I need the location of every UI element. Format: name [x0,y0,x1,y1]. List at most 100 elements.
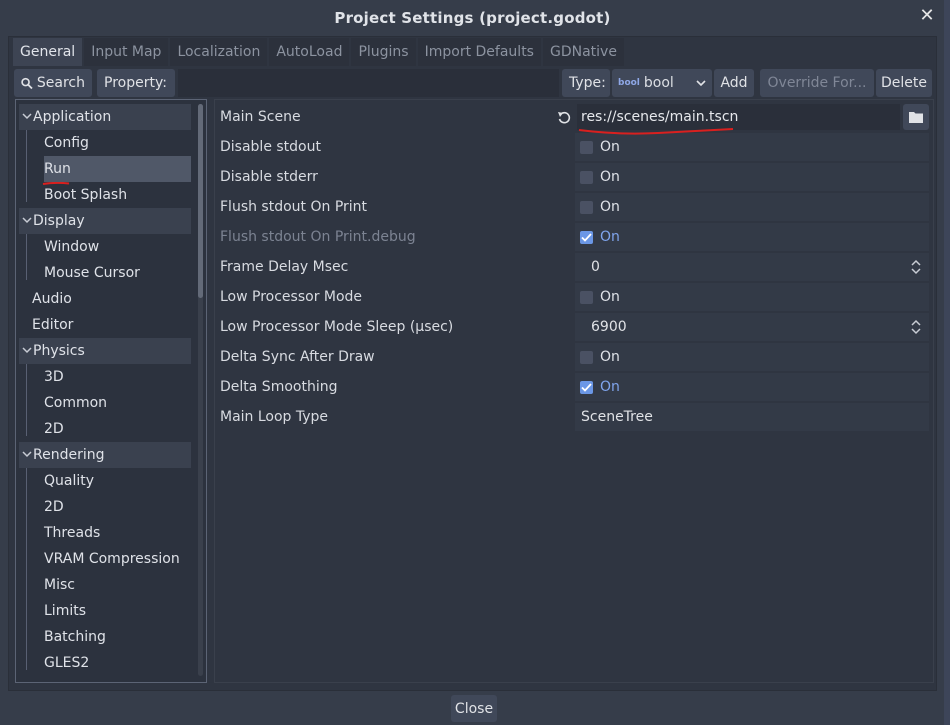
property-name: Low Processor Mode [220,289,362,305]
property-row-main-loop-type: Main Loop TypeSceneTree [215,402,933,432]
revert-icon[interactable] [557,110,571,124]
type-select-value: bool [644,75,674,91]
tree-item-window[interactable]: Window [44,234,191,260]
property-name: Flush stdout On Print.debug [220,229,416,245]
checkbox-unchecked-icon[interactable] [580,171,593,184]
tab-input-map[interactable]: Input Map [84,38,168,66]
tree-item-label: Batching [44,629,106,645]
tree-section-rendering[interactable]: Rendering [19,442,191,468]
tree-guide-line [26,364,27,436]
property-editor[interactable]: On [575,193,929,221]
property-row-main-scene: Main Sceneres://scenes/main.tscn [215,102,933,132]
checkbox-unchecked-icon[interactable] [580,351,593,364]
delete-button[interactable]: Delete [876,69,932,97]
tree-item-label: Run [44,161,71,177]
checkbox-label: On [600,169,620,185]
property-editor[interactable]: On [575,133,929,161]
tree-item-label: Common [44,395,107,411]
close-icon[interactable]: ✕ [917,6,937,26]
number-value: 0 [591,259,600,275]
tree-item-label: Misc [44,577,75,593]
tree-section-audio[interactable]: Audio [32,286,192,312]
search-icon [21,77,33,90]
tree-item-threads[interactable]: Threads [44,520,191,546]
tree-section-label: Application [33,109,111,125]
tree-item-label: 2D [44,499,64,515]
property-editor[interactable]: On [575,283,929,311]
tree-section-application[interactable]: Application [19,104,191,130]
tree-section-physics[interactable]: Physics [19,338,191,364]
property-input[interactable] [178,69,559,97]
tree-item-label: Quality [44,473,94,489]
tree-item-config[interactable]: Config [44,130,191,156]
property-editor[interactable]: 0 [575,253,929,281]
tree-item-quality[interactable]: Quality [44,468,191,494]
property-name: Delta Sync After Draw [220,349,375,365]
property-editor[interactable]: On [575,373,929,401]
tab-general[interactable]: General [13,38,82,66]
property-row-flush-stdout-on-print: Flush stdout On Print On [215,192,933,222]
checkbox-label: On [600,349,620,365]
tree-guide-line [26,234,27,280]
tab-gdnative[interactable]: GDNative [543,38,624,66]
search-button[interactable]: Search [14,69,92,97]
tab-autoload[interactable]: AutoLoad [269,38,349,66]
checkbox-label: On [600,229,620,245]
checkbox-checked-icon[interactable] [580,231,593,244]
tree-item-run[interactable]: Run [44,156,191,182]
tree-item-label: GLES2 [44,655,89,671]
search-label: Search [37,75,85,91]
checkbox-unchecked-icon[interactable] [580,201,593,214]
tree-item-limits[interactable]: Limits [44,598,191,624]
type-select[interactable]: bool bool [612,69,712,97]
spinner-arrows-icon[interactable] [911,259,921,275]
tree-item-2d[interactable]: 2D [44,494,191,520]
property-row-low-processor-mode-sleep-sec: Low Processor Mode Sleep (µsec)6900 [215,312,933,342]
chevron-down-icon [22,111,32,121]
property-name: Flush stdout On Print [220,199,367,215]
checkbox-unchecked-icon[interactable] [580,141,593,154]
folder-icon [909,111,923,123]
tree-item-vram-compression[interactable]: VRAM Compression [44,546,191,572]
type-label: Type: [562,69,610,97]
property-editor[interactable]: 6900 [575,313,929,341]
tree-item-boot-splash[interactable]: Boot Splash [44,182,191,208]
property-editor[interactable]: On [575,343,929,371]
property-name: Main Scene [220,109,301,125]
property-editor[interactable]: On [575,223,929,251]
property-editor[interactable]: On [575,163,929,191]
tree-item-common[interactable]: Common [44,390,191,416]
tree-item-2d[interactable]: 2D [44,416,191,442]
tab-import-defaults[interactable]: Import Defaults [418,38,541,66]
checkbox-label: On [600,199,620,215]
checkbox-checked-icon[interactable] [580,381,593,394]
tree-item-mouse-cursor[interactable]: Mouse Cursor [44,260,191,286]
tree-section-display[interactable]: Display [19,208,191,234]
property-name: Disable stdout [220,139,321,155]
property-label: Property: [97,69,175,97]
property-editor[interactable]: SceneTree [575,403,929,431]
tree-item-misc[interactable]: Misc [44,572,191,598]
chevron-down-icon [22,345,32,355]
close-button[interactable]: Close [451,695,497,722]
tree-item-gles2[interactable]: GLES2 [44,650,191,676]
property-row-low-processor-mode: Low Processor Mode On [215,282,933,312]
tab-localization[interactable]: Localization [170,38,267,66]
project-settings-dialog: Project Settings (project.godot) ✕ Gener… [0,0,945,725]
bool-type-icon: bool [618,78,640,88]
tree-item-batching[interactable]: Batching [44,624,191,650]
dialog-title: Project Settings (project.godot) [334,9,610,27]
tree-item-3d[interactable]: 3D [44,364,191,390]
spinner-arrows-icon[interactable] [911,319,921,335]
override-for-button[interactable]: Override For... [760,69,874,97]
tree-section-editor[interactable]: Editor [32,312,192,338]
property-row-delta-smoothing: Delta SmoothingOn [215,372,933,402]
browse-folder-button[interactable] [903,104,929,130]
checkbox-unchecked-icon[interactable] [580,291,593,304]
add-button[interactable]: Add [714,69,754,97]
sidebar-scrollbar-handle[interactable] [198,104,203,298]
chevron-down-icon [22,449,32,459]
tree-section-label: Editor [32,317,73,333]
tree-guide-line [26,130,27,202]
tab-plugins[interactable]: Plugins [351,38,415,66]
